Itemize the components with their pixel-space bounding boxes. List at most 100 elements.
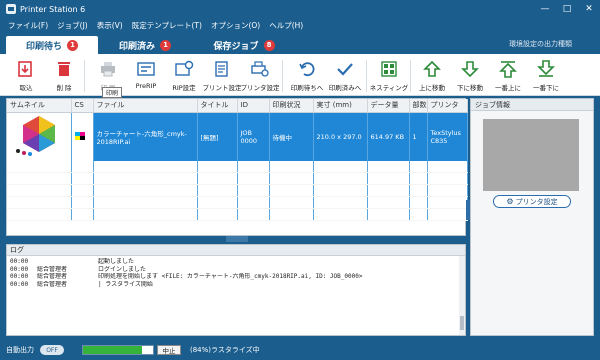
empty-row [7, 160, 468, 173]
data-cell: 614.97 KB [367, 112, 410, 161]
column-header-printer[interactable]: プリンタ [427, 99, 468, 113]
tab-printed[interactable]: 印刷済み 1 [100, 36, 190, 54]
move-up-button[interactable]: 上に移動 [412, 58, 452, 94]
printer-icon [97, 58, 119, 80]
menu-template[interactable]: 既定テンプレート(T) [132, 20, 202, 31]
tab-label: 保存ジョブ [213, 41, 259, 52]
status-message: (84%)ラスタライズ中 [190, 346, 260, 354]
printer-settings-button[interactable]: プリンタ設定 [240, 58, 280, 94]
cmyk-icon [74, 131, 85, 140]
log-list: 00:00 起動しました 00:00 総合管理者 ログインしました 00:00 … [7, 256, 465, 288]
document-settings-icon [211, 58, 233, 80]
log-time: 00:00 [10, 280, 29, 288]
move-bottom-label: 一番下に [533, 84, 559, 92]
nesting-label: ネスティング [369, 84, 409, 92]
menu-file[interactable]: ファイル(F) [8, 20, 48, 31]
prerip-button[interactable]: PreRIP [126, 58, 166, 94]
log-panel: ログ 00:00 起動しました 00:00 総合管理者 ログインしました 00:… [6, 244, 466, 336]
tab-print-queue[interactable]: 印刷待ち 1 [6, 36, 98, 54]
log-message: 印刷処理を開始します <FILE: カラーチャート-六角形_cmyk-2018R… [98, 273, 363, 280]
column-header-title[interactable]: タイトル [197, 99, 238, 113]
scrollbar-thumb[interactable] [460, 316, 464, 330]
column-header-cs[interactable]: CS [71, 99, 94, 113]
import-button[interactable]: 取込 [6, 58, 46, 94]
log-time: 00:00 [10, 273, 29, 280]
toolbar-divider [282, 60, 283, 92]
log-line: 00:00 総合管理者 | ラスタライズ開始 [7, 281, 465, 289]
checkmark-icon [334, 58, 356, 80]
id-cell: JOB 0000 [237, 112, 270, 161]
menu-job[interactable]: ジョブ(J) [57, 20, 88, 31]
menu-help[interactable]: ヘルプ(H) [269, 20, 303, 31]
arrow-bottom-icon [535, 58, 557, 80]
column-header-thumbnail[interactable]: サムネイル [7, 99, 72, 113]
print-settings-label: プリント設定 [202, 84, 242, 92]
move-down-label: 下に移動 [457, 84, 483, 92]
toolbar-divider [366, 60, 367, 92]
auto-output-toggle[interactable]: OFF [40, 345, 64, 355]
file-cell: カラーチャート-六角形_cmyk-2018RIP.ai [93, 112, 198, 161]
rip-settings-button[interactable]: RIP設定 [164, 58, 204, 94]
minimize-icon[interactable]: — [534, 0, 556, 18]
undo-arrow-icon [296, 58, 318, 80]
log-title: ログ [7, 245, 465, 256]
printer-settings-side-label: プリンタ設定 [515, 197, 558, 206]
cs-cell [71, 112, 94, 161]
stop-button[interactable]: 中止 [157, 345, 181, 355]
empty-row [7, 196, 468, 209]
log-user: 総合管理者 [37, 280, 68, 288]
maximize-icon[interactable]: □ [556, 0, 578, 18]
import-icon [15, 58, 37, 80]
arrow-down-icon [459, 58, 481, 80]
trash-icon [53, 58, 75, 80]
arrow-top-icon [497, 58, 519, 80]
log-line: 00:00 起動しました [7, 258, 465, 266]
count-badge: 8 [263, 39, 275, 51]
log-user: 総合管理者 [37, 265, 68, 273]
job-info-panel: ジョブ情報 ⚙ プリンタ設定 [470, 98, 594, 336]
printer-settings-side-button[interactable]: ⚙ プリンタ設定 [493, 195, 571, 208]
menu-view[interactable]: 表示(V) [97, 20, 123, 31]
column-header-file[interactable]: ファイル [93, 99, 198, 113]
to-done-button[interactable]: 印刷済みへ [325, 58, 365, 94]
printer-settings-icon [249, 58, 271, 80]
column-header-id[interactable]: ID [237, 99, 270, 113]
window-controls: — □ ✕ [534, 0, 600, 18]
move-bottom-button[interactable]: 一番下に [526, 58, 566, 94]
log-scrollbar[interactable] [459, 256, 465, 335]
log-message: 起動しました [98, 258, 135, 265]
gear-icon: ⚙ [506, 197, 514, 206]
column-header-size[interactable]: 実寸 (mm) [313, 99, 368, 113]
menu-bar: ファイル(F) ジョブ(J) 表示(V) 既定テンプレート(T) オプション(O… [0, 18, 600, 32]
print-settings-button[interactable]: プリント設定 [202, 58, 242, 94]
column-header-copies[interactable]: 部数 [409, 99, 428, 113]
thumbnail-cell [7, 112, 72, 161]
nesting-button[interactable]: ネスティング [369, 58, 409, 94]
status-cell: 待機中 [269, 112, 314, 161]
log-line: 00:00 総合管理者 印刷処理を開始します <FILE: カラーチャート-六角… [7, 273, 465, 281]
table-row[interactable]: カラーチャート-六角形_cmyk-2018RIP.ai [無題] JOB 000… [7, 112, 468, 161]
title-bar: Printer Station 6 — □ ✕ [0, 0, 600, 18]
table-header: サムネイル CS ファイル タイトル ID 印刷状況 実寸 (mm) データ量 … [7, 99, 468, 113]
move-down-button[interactable]: 下に移動 [450, 58, 490, 94]
column-header-data[interactable]: データ量 [367, 99, 410, 113]
count-badge: 1 [160, 39, 171, 51]
title-cell: [無題] [197, 112, 238, 161]
tab-hint: 環境設定の出力種類 [509, 40, 572, 48]
prerip-icon [135, 58, 157, 80]
menu-options[interactable]: オプション(O) [211, 20, 260, 31]
column-header-status[interactable]: 印刷状況 [269, 99, 314, 113]
delete-label: 削 除 [56, 84, 72, 92]
window-title: Printer Station 6 [20, 4, 86, 14]
move-top-button[interactable]: 一番上に [488, 58, 528, 94]
tab-saved-jobs[interactable]: 保存ジョブ 8 [196, 36, 292, 54]
empty-row [7, 184, 468, 197]
delete-button[interactable]: 削 除 [44, 58, 84, 94]
app-icon [6, 4, 16, 14]
log-message: | ラスタライズ開始 [98, 280, 153, 288]
to-queue-button[interactable]: 印刷待ちへ [287, 58, 327, 94]
panel-splitter-handle[interactable] [226, 236, 248, 242]
tab-bar: 印刷待ち 1 印刷済み 1 保存ジョブ 8 環境設定の出力種類 [0, 32, 600, 54]
close-icon[interactable]: ✕ [578, 0, 600, 18]
log-line: 00:00 総合管理者 ログインしました [7, 266, 465, 274]
